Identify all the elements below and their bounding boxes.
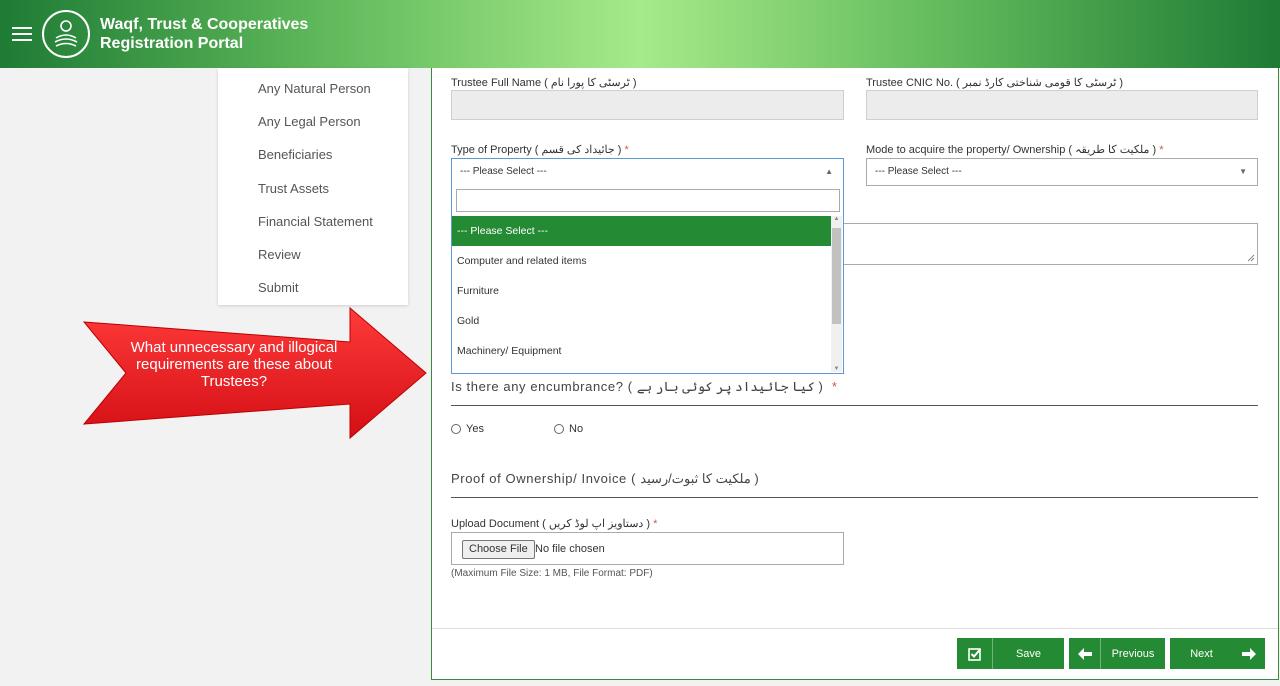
property-type-label: Type of Property ( جائیداد کی قسم ) * — [451, 144, 629, 156]
required-mark: * — [653, 518, 658, 530]
dropdown-option[interactable]: Gold — [452, 306, 831, 336]
mode-value: --- Please Select --- — [875, 166, 962, 177]
divider — [451, 405, 1258, 406]
choose-file-button[interactable]: Choose File — [462, 540, 535, 559]
sidebar-item-beneficiaries[interactable]: Beneficiaries — [218, 138, 408, 171]
divider — [451, 497, 1258, 498]
proof-title: Proof of Ownership/ Invoice ( ملکیت کا ث… — [451, 471, 760, 486]
previous-button[interactable]: Previous — [1069, 638, 1165, 669]
file-upload-field: Choose File No file chosen — [451, 532, 844, 565]
sidebar-item-financial-statement[interactable]: Financial Statement — [218, 205, 408, 238]
required-mark: * — [624, 144, 629, 156]
footer-divider — [432, 628, 1278, 629]
trustee-name-label: Trustee Full Name ( ٹرسٹی کا پورا نام ) — [451, 77, 637, 89]
dropdown-option[interactable]: Computer and related items — [452, 246, 831, 276]
chevron-down-icon: ▼ — [1239, 167, 1247, 176]
mode-label: Mode to acquire the property/ Ownership … — [866, 144, 1164, 156]
dropdown-option[interactable]: --- Please Select --- — [452, 216, 831, 246]
trustee-cnic-label: Trustee CNIC No. ( ٹرسٹی کا قومی شناختی … — [866, 77, 1124, 89]
checkbox-check-icon — [957, 638, 993, 669]
sidebar-item-legal-person[interactable]: Any Legal Person — [218, 105, 408, 138]
property-type-value: --- Please Select --- — [460, 166, 547, 177]
previous-label: Previous — [1111, 647, 1155, 660]
scroll-up-icon[interactable]: ▲ — [831, 216, 842, 222]
scrollbar-thumb[interactable] — [832, 228, 841, 324]
upload-label: Upload Document ( دستاویز اپ لوڈ کریں ) … — [451, 518, 658, 530]
step-sidebar: Any Natural Person Any Legal Person Bene… — [218, 68, 408, 305]
dropdown-option-list: --- Please Select --- Computer and relat… — [452, 216, 831, 366]
description-textarea[interactable] — [843, 223, 1258, 265]
dropdown-option[interactable]: Furniture — [452, 276, 831, 306]
mode-select[interactable]: --- Please Select --- ▼ — [866, 158, 1258, 186]
file-status: No file chosen — [535, 543, 605, 555]
next-label: Next — [1190, 647, 1213, 660]
arrow-right-icon — [1233, 638, 1265, 669]
callout-text: What unnecessary and illogical requireme… — [130, 339, 338, 390]
dropdown-search-input[interactable] — [456, 189, 840, 212]
property-type-dropdown: --- Please Select --- Computer and relat… — [451, 184, 844, 374]
top-header: Waqf, Trust & Cooperatives Registration … — [0, 0, 1280, 68]
sidebar-item-trust-assets[interactable]: Trust Assets — [218, 172, 408, 205]
sidebar-item-review[interactable]: Review — [218, 238, 408, 271]
app-title-line2: Registration Portal — [100, 35, 244, 52]
app-title: Waqf, Trust & Cooperatives Registration … — [100, 15, 308, 53]
next-button[interactable]: Next — [1170, 638, 1265, 669]
arrow-left-icon — [1069, 638, 1101, 669]
radio-yes-label: Yes — [466, 423, 484, 435]
encumbrance-label: Is there any encumbrance? ( کیا جائیداد … — [451, 379, 838, 394]
radio-icon — [554, 424, 564, 434]
trustee-name-input — [451, 90, 844, 120]
resize-handle-icon — [1247, 254, 1255, 262]
radio-no[interactable]: No — [554, 423, 583, 435]
radio-no-label: No — [569, 423, 584, 435]
sidebar-item-submit[interactable]: Submit — [218, 271, 408, 304]
app-title-line1: Waqf, Trust & Cooperatives — [100, 16, 309, 33]
save-label: Save — [1015, 647, 1042, 660]
dropdown-option[interactable]: Machinery/ Equipment — [452, 336, 831, 366]
punjab-logo — [42, 10, 90, 58]
scroll-down-icon[interactable]: ▼ — [831, 366, 842, 372]
chevron-up-icon: ▲ — [825, 167, 833, 176]
required-mark: * — [1159, 144, 1164, 156]
file-hint: (Maximum File Size: 1 MB, File Format: P… — [451, 568, 653, 579]
radio-icon — [451, 424, 461, 434]
required-mark: * — [831, 379, 838, 394]
dropdown-scrollbar[interactable]: ▲ ▼ — [831, 216, 842, 372]
save-button[interactable]: Save — [957, 638, 1064, 669]
trustee-cnic-input — [866, 90, 1258, 120]
sidebar-item-natural-person[interactable]: Any Natural Person — [218, 72, 408, 105]
property-type-select[interactable]: --- Please Select --- ▲ — [451, 158, 844, 186]
menu-icon[interactable] — [12, 23, 32, 45]
radio-yes[interactable]: Yes — [451, 423, 484, 435]
